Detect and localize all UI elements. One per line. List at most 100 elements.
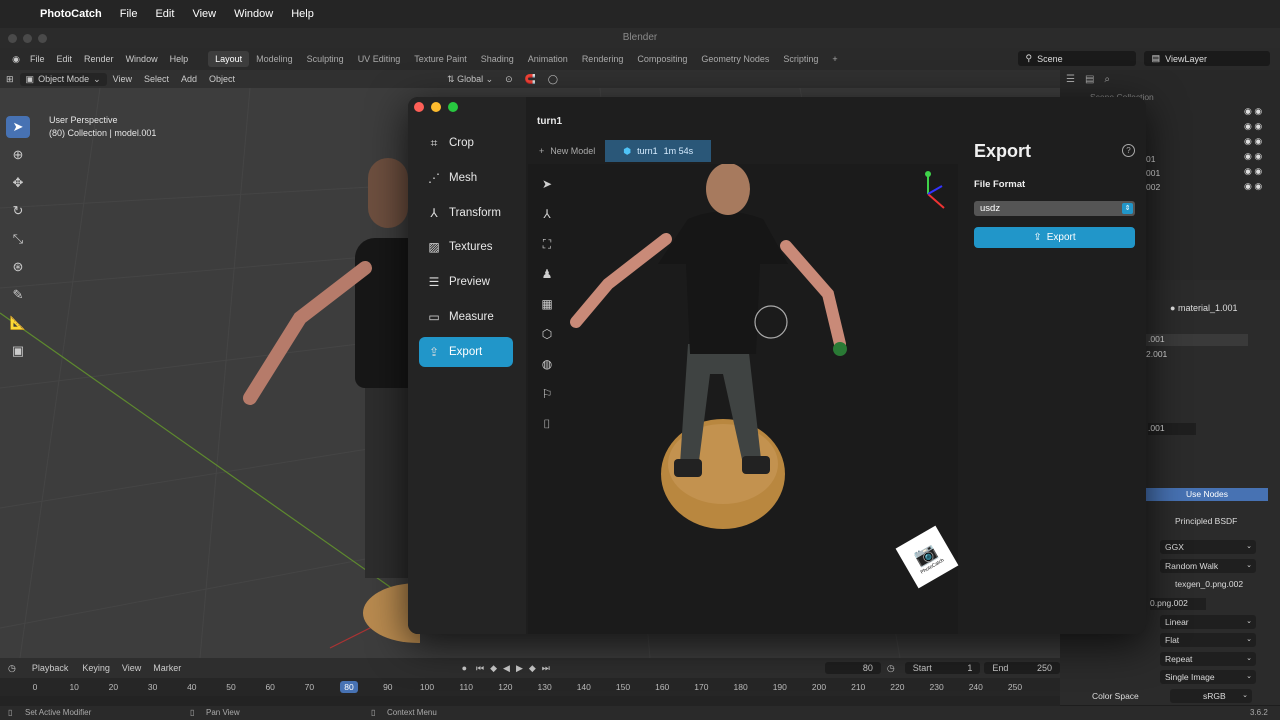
jump-start-icon[interactable]: ⏮	[476, 663, 484, 674]
material-field[interactable]: .001	[1148, 423, 1196, 435]
play-reverse-icon[interactable]: ◀	[503, 663, 510, 674]
start-frame-field[interactable]: Start 1	[904, 662, 981, 674]
blender-logo-icon[interactable]: ◉	[8, 54, 24, 65]
frame-icon[interactable]: ⛶	[538, 237, 556, 253]
nav-item-mesh[interactable]: ⋰ Mesh	[419, 163, 513, 193]
minimize-icon[interactable]	[431, 102, 441, 112]
maximize-icon[interactable]	[448, 102, 458, 112]
viewport-menu-object[interactable]: Object	[209, 74, 235, 84]
nav-item-transform[interactable]: ⅄ Transform	[419, 198, 513, 228]
image-texture-name[interactable]: texgen_0.png.002	[1175, 579, 1243, 589]
current-frame-indicator[interactable]: 80	[340, 681, 358, 693]
editor-type-icon[interactable]: ⊞	[6, 74, 14, 85]
projection-dropdown[interactable]: Flat ⌄	[1160, 633, 1256, 647]
measure-tool-icon[interactable]: 📐	[6, 312, 30, 334]
next-keyframe-icon[interactable]: ◆	[529, 663, 536, 674]
eye-icon[interactable]: ◉ ◉	[1244, 181, 1262, 192]
prev-keyframe-icon[interactable]: ◆	[490, 663, 497, 674]
eye-icon[interactable]: ◉ ◉	[1244, 136, 1262, 147]
select-box-tool-icon[interactable]: ➤	[6, 116, 30, 138]
pointer-icon[interactable]: ➤	[538, 177, 556, 193]
blender-menu-file[interactable]: File	[30, 54, 45, 64]
nav-item-measure[interactable]: ▭ Measure	[419, 302, 513, 332]
mac-app-name[interactable]: PhotoCatch	[40, 8, 102, 20]
outliner-row[interactable]: 002	[1146, 182, 1160, 192]
source-dropdown[interactable]: Single Image ⌄	[1160, 670, 1256, 684]
add-workspace-icon[interactable]: +	[825, 51, 844, 67]
blender-menu-window[interactable]: Window	[126, 54, 158, 64]
timeline-menu-view[interactable]: View	[122, 663, 141, 673]
workspace-tab-shading[interactable]: Shading	[474, 51, 521, 67]
help-icon[interactable]: ?	[1122, 144, 1135, 157]
search-icon[interactable]: ⌕	[1104, 74, 1110, 85]
grid-icon[interactable]: ▦	[538, 297, 556, 313]
workspace-tab-scripting[interactable]: Scripting	[776, 51, 825, 67]
material-name[interactable]: ● material_1.001	[1170, 303, 1238, 313]
add-cube-tool-icon[interactable]: ▣	[6, 340, 30, 362]
workspace-tab-compositing[interactable]: Compositing	[630, 51, 694, 67]
mode-selector[interactable]: ▣ Object Mode ⌄	[19, 72, 107, 86]
subsurface-method-dropdown[interactable]: Random Walk ⌄	[1160, 559, 1256, 573]
color-space-dropdown[interactable]: sRGB ⌄	[1170, 689, 1252, 703]
timer-icon[interactable]: ◷	[887, 663, 895, 674]
snap-icon[interactable]: 🧲	[525, 74, 536, 85]
workspace-tab-layout[interactable]: Layout	[208, 51, 250, 67]
timeline-menu-keying[interactable]: Keying	[82, 663, 110, 673]
transform-orientation-selector[interactable]: ⇅ Global ⌄	[447, 74, 493, 85]
nav-item-preview[interactable]: ☰ Preview	[419, 267, 513, 297]
interpolation-dropdown[interactable]: Linear ⌄	[1160, 615, 1256, 629]
timeline-menu-marker[interactable]: Marker	[153, 663, 181, 673]
axes-icon[interactable]: ⅄	[538, 207, 556, 223]
nav-item-crop[interactable]: ⌗ Crop	[419, 128, 513, 158]
eye-icon[interactable]: ◉ ◉	[1244, 166, 1262, 177]
scene-selector[interactable]: ⚲ Scene	[1017, 51, 1136, 66]
proportional-edit-icon[interactable]: ◯	[548, 74, 558, 85]
current-frame-field[interactable]: 80	[825, 662, 881, 674]
jump-end-icon[interactable]: ⏭	[542, 663, 550, 674]
model-tab-turn1[interactable]: ⬢ turn1 1m 54s	[605, 140, 712, 162]
extension-dropdown[interactable]: Repeat ⌄	[1160, 652, 1256, 666]
mac-menu-file[interactable]: File	[120, 8, 138, 20]
timeline-editor-icon[interactable]: ◷	[8, 663, 16, 674]
distribution-dropdown[interactable]: GGX ⌄	[1160, 540, 1256, 554]
material-slot-row[interactable]: 2.001	[1146, 349, 1167, 359]
window-controls[interactable]	[8, 34, 47, 43]
rotate-tool-icon[interactable]: ↻	[6, 200, 30, 222]
cursor-tool-icon[interactable]: ⊕	[6, 144, 30, 166]
timeline-menu-playback[interactable]: Playback	[32, 663, 69, 673]
nav-item-export[interactable]: ⇪ Export	[419, 337, 513, 367]
globe-icon[interactable]: ◍	[538, 357, 556, 373]
record-icon[interactable]: ●	[462, 663, 467, 673]
outliner-editor-icon[interactable]: ☰	[1066, 74, 1075, 85]
transform-tool-icon[interactable]: ⊛	[6, 256, 30, 278]
scale-tool-icon[interactable]: ⤡	[6, 228, 30, 250]
view-layer-selector[interactable]: ▤ ViewLayer	[1143, 51, 1270, 66]
file-format-select[interactable]: usdz ⇕	[974, 201, 1135, 216]
display-mode-icon[interactable]: ▤	[1085, 74, 1094, 85]
eye-icon[interactable]: ◉ ◉	[1244, 151, 1262, 162]
material-slot-row[interactable]: .001	[1146, 334, 1248, 346]
model-preview-canvas[interactable]: 📷 PhotoCatch	[528, 163, 959, 634]
end-frame-field[interactable]: End 250	[984, 662, 1060, 674]
mac-menu-help[interactable]: Help	[291, 8, 314, 20]
viewport-menu-add[interactable]: Add	[181, 74, 197, 84]
outliner-row[interactable]: 001	[1146, 168, 1160, 178]
workspace-tab-animation[interactable]: Animation	[521, 51, 575, 67]
workspace-tab-rendering[interactable]: Rendering	[575, 51, 631, 67]
timeline-body[interactable]	[0, 696, 1060, 706]
camera-icon[interactable]: ⌷	[538, 417, 556, 433]
blender-menu-edit[interactable]: Edit	[57, 54, 73, 64]
mac-menu-window[interactable]: Window	[234, 8, 273, 20]
play-icon[interactable]: ▶	[516, 663, 523, 674]
eye-icon[interactable]: ◉ ◉	[1244, 106, 1262, 117]
mac-menu-edit[interactable]: Edit	[155, 8, 174, 20]
use-nodes-button[interactable]: Use Nodes	[1146, 488, 1268, 501]
eye-icon[interactable]: ◉ ◉	[1244, 121, 1262, 132]
viewport-menu-select[interactable]: Select	[144, 74, 169, 84]
pivot-point-icon[interactable]: ⊙	[505, 74, 513, 85]
outliner-row[interactable]: 01	[1146, 154, 1155, 164]
viewport-menu-view[interactable]: View	[113, 74, 132, 84]
blender-menu-help[interactable]: Help	[170, 54, 189, 64]
person-icon[interactable]: ♟	[538, 267, 556, 283]
export-button[interactable]: ⇪ Export	[974, 227, 1135, 248]
